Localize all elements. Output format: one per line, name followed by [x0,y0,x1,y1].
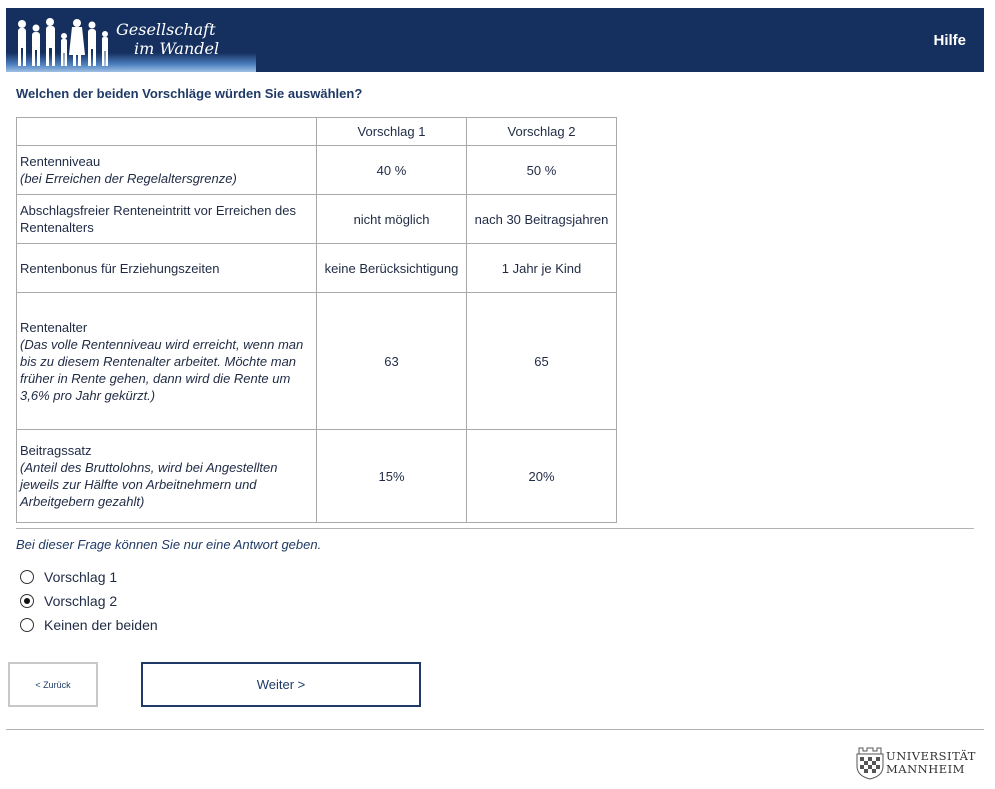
row-label: Abschlagsfreier Renteneintritt vor Errei… [20,203,297,235]
table-header-row: Vorschlag 1 Vorschlag 2 [16,117,617,146]
value-cell-vorschlag-1: 40 % [316,145,467,195]
universitaet-mannheim-logo: UNIVERSITÄT MANNHEIM [853,742,985,782]
row-label-cell: Rentenniveau (bei Erreichen der Regelalt… [16,145,317,195]
value-cell-vorschlag-1: nicht möglich [316,194,467,244]
row-label-cell: Rentenbonus für Erziehungszeiten [16,243,317,293]
option-label: Vorschlag 1 [44,569,118,585]
gesellschaft-im-wandel-logo: Gesellschaft im Wandel [6,8,256,72]
table-row: Rentenalter (Das volle Rentenniveau wird… [16,292,617,430]
row-note: (bei Erreichen der Regelaltersgrenze) [20,171,237,186]
value-cell-vorschlag-1: 63 [316,292,467,430]
value-cell-vorschlag-2: 50 % [466,145,617,195]
radio-button[interactable] [20,618,34,632]
logo-text: Gesellschaft im Wandel [116,20,219,58]
option-label: Vorschlag 2 [44,593,118,609]
comparison-table: Vorschlag 1 Vorschlag 2 Rentenniveau (be… [16,117,617,523]
next-button[interactable]: Weiter > [141,662,421,707]
university-name: UNIVERSITÄT MANNHEIM [886,750,976,776]
value-cell-vorschlag-1: keine Berücksichtigung [316,243,467,293]
option-vorschlag-2[interactable]: Vorschlag 2 [20,589,158,613]
table-row: Beitragssatz (Anteil des Bruttolohns, wi… [16,429,617,523]
value-cell-vorschlag-1: 15% [316,429,467,523]
footer-divider [6,729,984,730]
answer-hint: Bei dieser Frage können Sie nur eine Ant… [16,537,322,552]
table-row: Rentenniveau (bei Erreichen der Regelalt… [16,145,617,195]
header-cell-vorschlag-1: Vorschlag 1 [316,117,467,146]
option-label: Keinen der beiden [44,617,158,633]
row-note: (Das volle Rentenniveau wird erreicht, w… [20,336,304,403]
row-label: Rentenbonus für Erziehungszeiten [20,260,220,276]
row-label-cell: Abschlagsfreier Renteneintritt vor Errei… [16,194,317,244]
header-cell-empty [16,117,317,146]
logo-line-2: im Wandel [134,39,220,58]
header-bar: Gesellschaft im Wandel Hilfe [6,8,984,72]
value-cell-vorschlag-2: 65 [466,292,617,430]
header-cell-vorschlag-2: Vorschlag 2 [466,117,617,146]
people-silhouettes-icon [18,18,108,66]
row-label-cell: Rentenalter (Das volle Rentenniveau wird… [16,292,317,430]
value-cell-vorschlag-2: 1 Jahr je Kind [466,243,617,293]
value-cell-vorschlag-2: 20% [466,429,617,523]
row-label: Rentenalter [20,319,88,335]
row-note: (Anteil des Bruttolohns, wird bei Angest… [20,460,278,509]
uni-line-2: MANNHEIM [886,762,965,776]
radio-button-selected[interactable] [20,594,34,608]
value-cell-vorschlag-2: nach 30 Beitragsjahren [466,194,617,244]
row-label: Beitragssatz [20,443,92,458]
back-button[interactable]: < Zurück [8,662,98,707]
option-keinen-der-beiden[interactable]: Keinen der beiden [20,613,158,637]
castle-crest-icon [856,747,884,780]
table-row: Abschlagsfreier Renteneintritt vor Errei… [16,194,617,244]
option-vorschlag-1[interactable]: Vorschlag 1 [20,565,158,589]
question-text: Welchen der beiden Vorschläge würden Sie… [16,86,363,101]
radio-button[interactable] [20,570,34,584]
answer-options: Vorschlag 1 Vorschlag 2 Keinen der beide… [20,565,158,637]
help-link[interactable]: Hilfe [933,32,966,49]
row-label-cell: Beitragssatz (Anteil des Bruttolohns, wi… [16,429,317,523]
divider [16,528,974,529]
row-label: Rentenniveau [20,154,101,169]
logo-line-1: Gesellschaft [116,20,216,39]
table-row: Rentenbonus für Erziehungszeiten keine B… [16,243,617,293]
